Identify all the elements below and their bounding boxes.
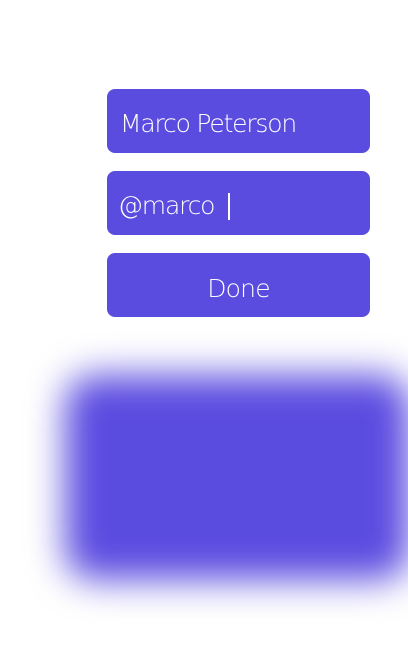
text-cursor xyxy=(228,192,231,220)
name-input[interactable]: Marco Peterson xyxy=(107,89,370,153)
name-input-value: Marco Peterson xyxy=(120,109,297,138)
username-input-value: @marco xyxy=(118,191,215,220)
done-button-label: Done xyxy=(207,273,270,303)
done-button[interactable]: Done xyxy=(107,253,370,317)
blurred-card xyxy=(65,375,408,580)
username-input[interactable]: @marco xyxy=(107,171,370,235)
screen: Marco Peterson @marco Done xyxy=(0,0,408,655)
